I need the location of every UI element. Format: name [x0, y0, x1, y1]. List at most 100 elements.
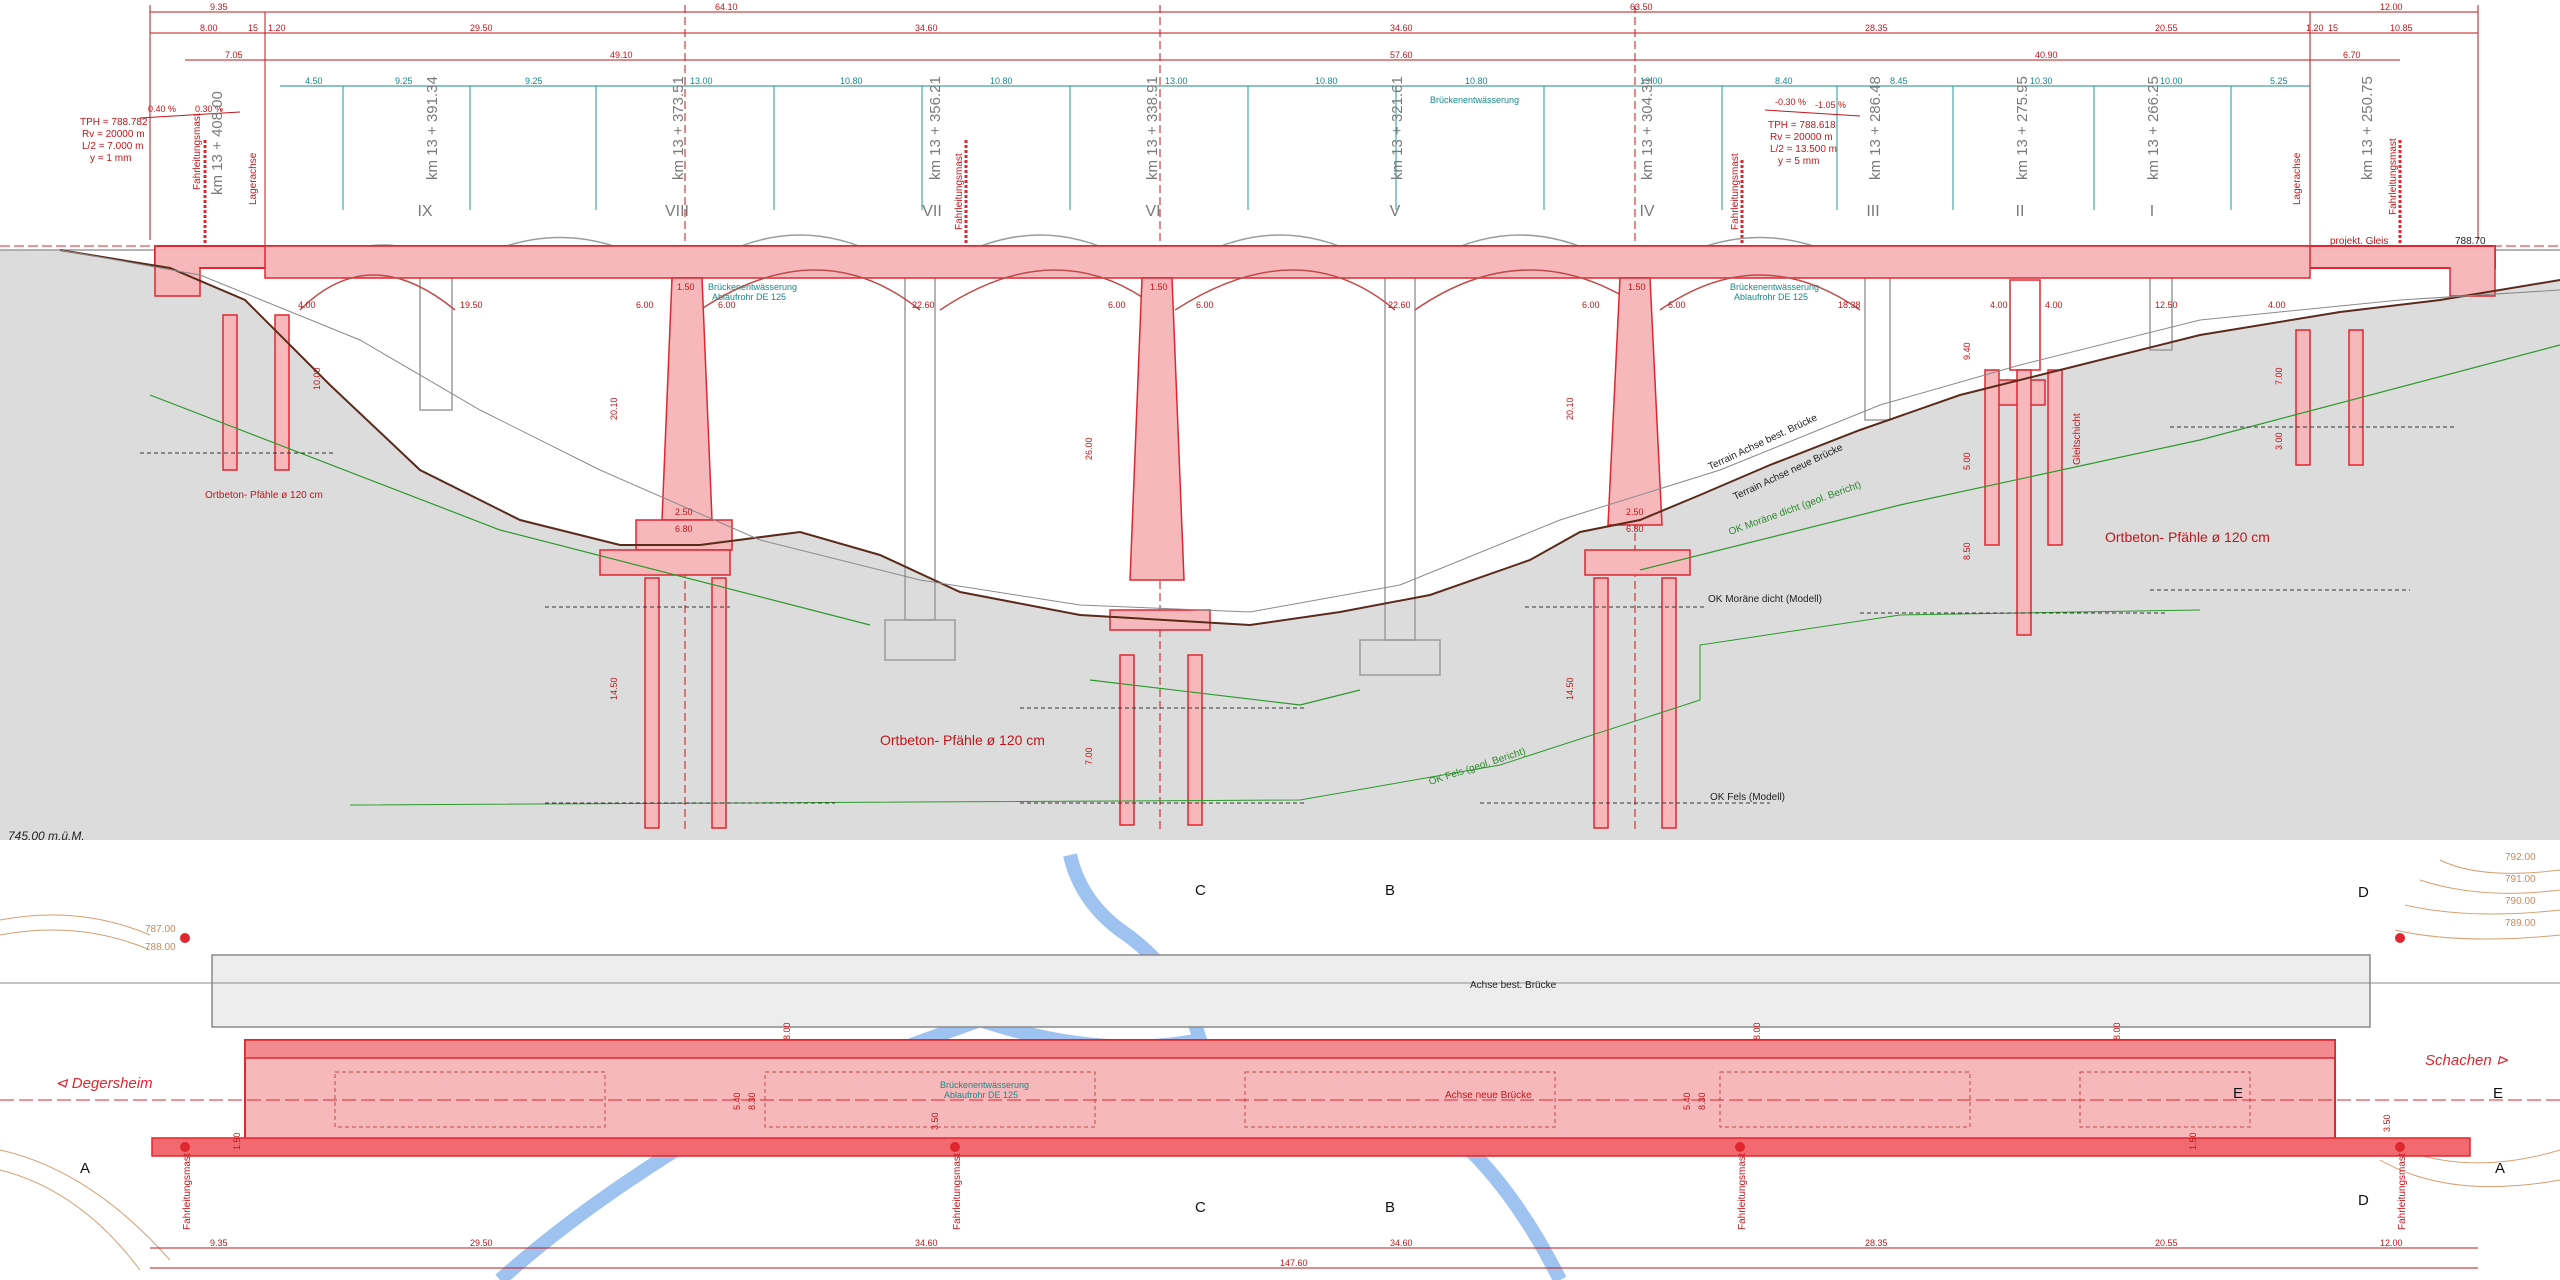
curve-text: TPH = 788.618 [1768, 120, 1836, 131]
contour-label: 787.00 [145, 924, 176, 935]
dim-text: 10.00 [2160, 76, 2183, 86]
elevation-view: 9.35 64.10 63.50 12.00 8.00 15 1.20 29.5… [0, 0, 2560, 843]
mast-label: Fahrleitungsmast [2397, 1153, 2408, 1230]
bearing-axis-label: Lagerachse [2292, 152, 2303, 205]
curve-text: Rv = 20000 m [1770, 132, 1833, 143]
pier-number: IV [1639, 203, 1654, 220]
dim-text: 10.80 [1465, 76, 1488, 86]
dim-text: 64.10 [715, 2, 738, 12]
section-mark-A: A [80, 1160, 90, 1177]
dim-text: 6.00 [636, 300, 654, 310]
dim-text: 22.60 [1388, 300, 1411, 310]
dim-text: 15 [248, 23, 258, 33]
dim-text: 34.60 [1390, 1238, 1413, 1248]
dim-text: 22.60 [912, 300, 935, 310]
gradient-text: -1.05 % [1815, 100, 1846, 110]
dim-text: 8.00 [200, 23, 218, 33]
km-label: km 13 + 275.95 [2014, 76, 2031, 180]
dim-text: 28.35 [1865, 1238, 1888, 1248]
dim-text: 4.00 [2268, 300, 2286, 310]
km-label: km 13 + 250.75 [2359, 76, 2376, 180]
contour-label: 791.00 [2505, 874, 2536, 885]
section-mark-D: D [2358, 1192, 2369, 1209]
dim-text: 13.00 [1165, 76, 1188, 86]
km-label: km 13 + 266.25 [2145, 76, 2162, 180]
section-mark-C: C [1195, 1199, 1206, 1216]
dim-text: 6.00 [1668, 300, 1686, 310]
soil-label: Gleitschicht [2072, 413, 2083, 465]
dim-text: 29.50 [470, 23, 493, 33]
dim-text: 12.50 [2155, 300, 2178, 310]
dim-text: 20.10 [609, 397, 619, 420]
section-mark-E: E [2233, 1085, 2243, 1102]
dim-text: 3.50 [930, 1112, 940, 1130]
dim-text: 8.45 [1890, 76, 1908, 86]
dim-text: 12.00 [2380, 2, 2403, 12]
dim-text: 14.50 [609, 677, 619, 700]
dim-text: 9.35 [210, 1238, 228, 1248]
mast-label: Fahrleitungsmast [1737, 1153, 1748, 1230]
dim-text: 8.00 [2112, 1022, 2122, 1040]
dim-text: 20.55 [2155, 23, 2178, 33]
mast-label: Fahrleitungsmast [1730, 153, 1741, 230]
gradient-text: 0.40 % [148, 104, 176, 114]
mast-label: Fahrleitungsmast [954, 153, 965, 230]
drainage-label: Brückenentwässerung [1430, 95, 1519, 105]
pier-number: III [1866, 203, 1879, 220]
dim-text: 28.35 [1865, 23, 1888, 33]
dim-text: 1.20 [2306, 23, 2324, 33]
dim-text: 19.50 [460, 300, 483, 310]
dim-text: 12.00 [2380, 1238, 2403, 1248]
dim-text: 8.00 [782, 1022, 792, 1040]
direction-right-label: Schachen ⊳ [2425, 1052, 2509, 1069]
dim-text: 5.00 [1962, 452, 1972, 470]
pier-number: VIII [665, 203, 689, 220]
section-mark-B: B [1385, 1199, 1395, 1216]
dim-text: 8.00 [1752, 1022, 1762, 1040]
dim-text: 6.80 [1626, 524, 1644, 534]
dim-text: 7.00 [1084, 747, 1094, 765]
dim-text: 10.80 [1315, 76, 1338, 86]
dim-text: 2.50 [675, 507, 693, 517]
pier-number: VII [922, 203, 942, 220]
rock-model-label: OK Fels (Modell) [1710, 792, 1785, 803]
dim-text: 8.30 [747, 1092, 757, 1110]
bridge-drawing: 9.35 64.10 63.50 12.00 8.00 15 1.20 29.5… [0, 0, 2560, 1280]
plan-view: 792.00 791.00 790.00 789.00 787.00 788.0… [0, 845, 2560, 1280]
new-bridge-plan [151, 1039, 2471, 1157]
pier-number: I [2150, 203, 2154, 220]
drainage-label: Ablaufrohr DE 125 [944, 1090, 1018, 1100]
outlet-label: Brückenentwässerung [708, 282, 797, 292]
dim-text: 4.50 [305, 76, 323, 86]
dim-text: 6.00 [1108, 300, 1126, 310]
dim-text: 10.80 [990, 76, 1013, 86]
km-label: km 13 + 408.00 [209, 91, 226, 195]
dim-text: 7.05 [225, 50, 243, 60]
km-label: km 13 + 321.61 [1389, 76, 1406, 180]
mast-label: Fahrleitungsmast [182, 1153, 193, 1230]
dim-text: 13.00 [690, 76, 713, 86]
dim-text: 8.30 [1697, 1092, 1707, 1110]
dim-text: 8.50 [1962, 542, 1972, 560]
dim-text: 34.60 [915, 23, 938, 33]
gradient-text: -0.30 % [1775, 97, 1806, 107]
curve-text: y = 5 mm [1778, 156, 1819, 167]
dim-text: 10.80 [840, 76, 863, 86]
dim-text: 3.50 [2382, 1114, 2392, 1132]
dim-text: 7.00 [2274, 367, 2284, 385]
dim-text: 3.00 [2274, 432, 2284, 450]
dim-text: 10.30 [2030, 76, 2053, 86]
dim-text: 9.40 [1962, 342, 1972, 360]
curve-text: TPH = 788.782 [80, 117, 148, 128]
dim-text: 18.38 [1838, 300, 1861, 310]
axis-new-label: Achse neue Brücke [1445, 1090, 1532, 1101]
dim-text: 6.80 [675, 524, 693, 534]
km-label: km 13 + 338.91 [1144, 76, 1161, 180]
contour-label: 792.00 [2505, 852, 2536, 863]
dim-text: 14.50 [1565, 677, 1575, 700]
dim-text: 5.40 [732, 1092, 742, 1110]
dim-text: 4.00 [1990, 300, 2008, 310]
pier-number: VI [1145, 203, 1160, 220]
axis-existing-label: Achse best. Brücke [1470, 980, 1557, 991]
dim-text: 6.00 [1582, 300, 1600, 310]
